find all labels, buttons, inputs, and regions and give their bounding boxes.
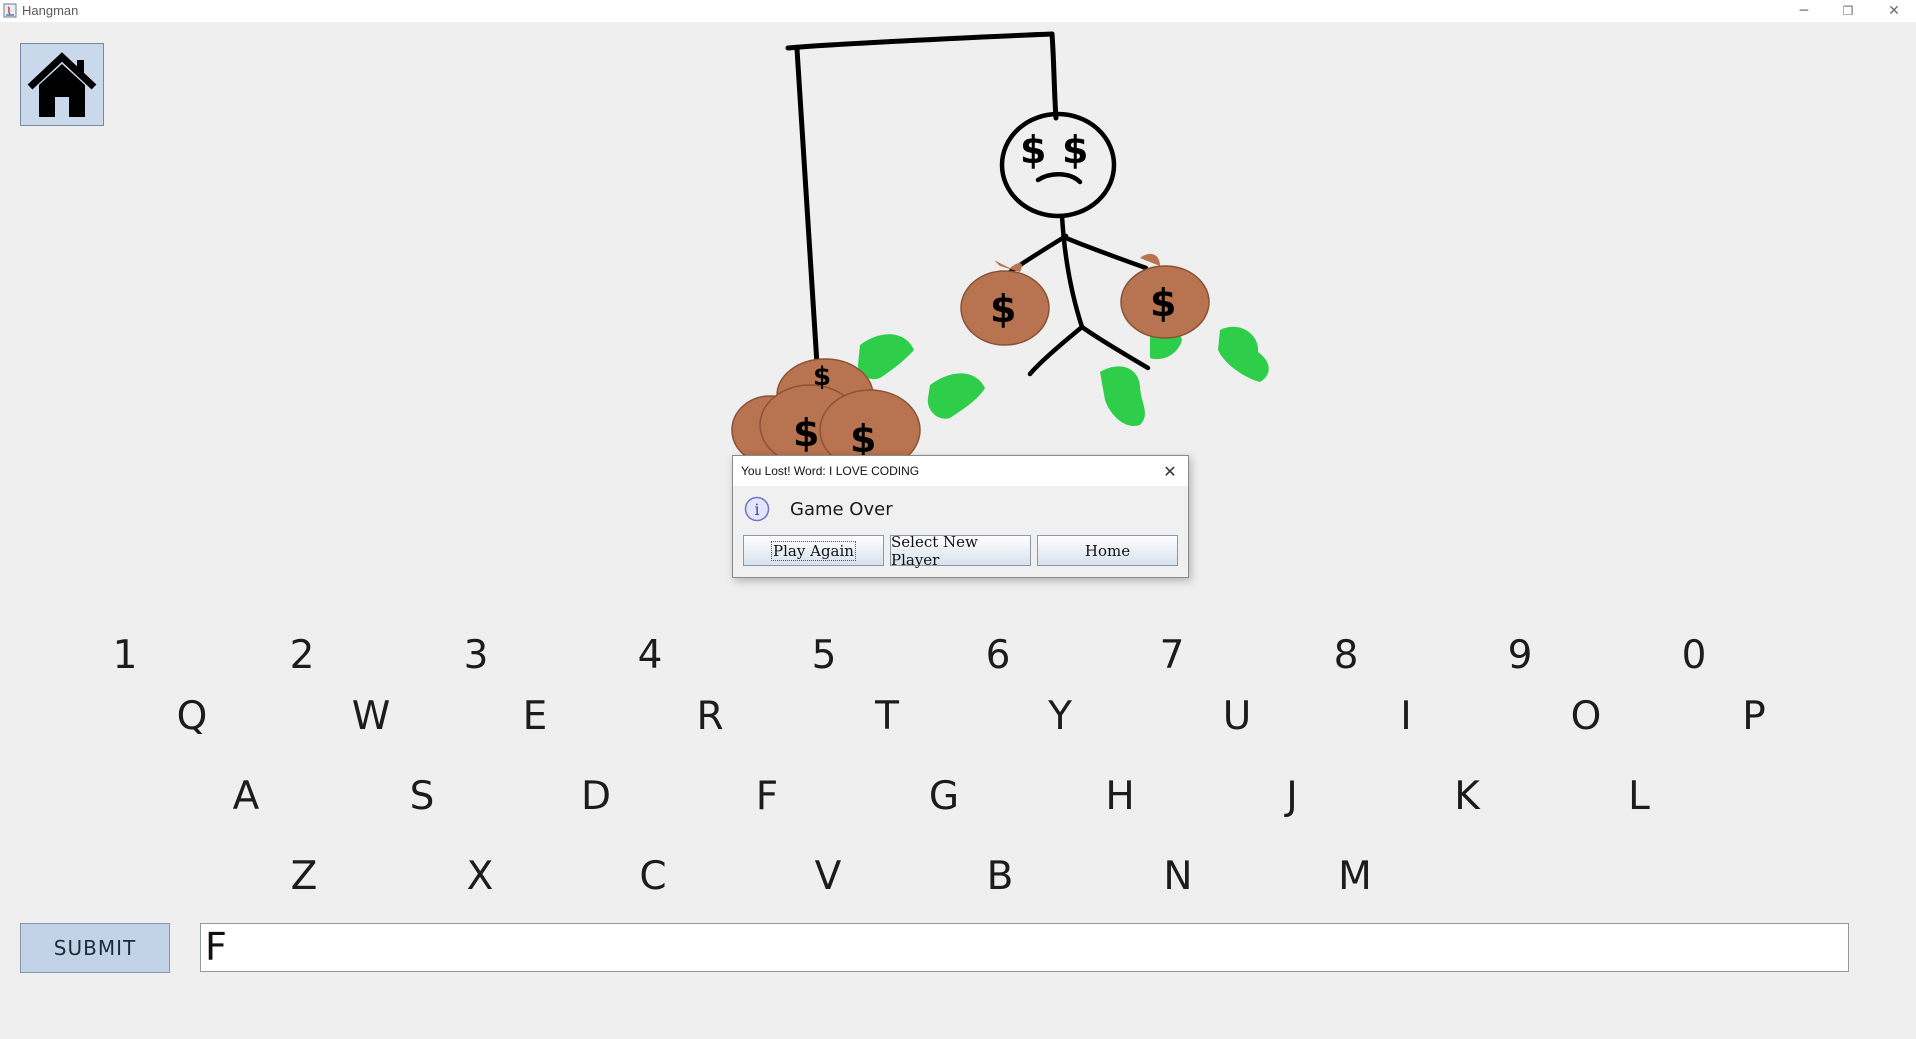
cash-bill	[858, 334, 914, 380]
key-z[interactable]: Z	[274, 848, 334, 904]
hangman-window: Hangman ─ ❐ ✕ $ $ $ $ $ $ $ 1 2 3 4 5 6 …	[0, 0, 1916, 1039]
key-d[interactable]: D	[566, 768, 626, 824]
key-l[interactable]: L	[1609, 768, 1669, 824]
key-5[interactable]: 5	[794, 627, 854, 683]
key-4[interactable]: 4	[620, 627, 680, 683]
info-icon: i	[744, 496, 770, 522]
key-t[interactable]: T	[857, 688, 917, 744]
svg-text:$: $	[793, 411, 819, 455]
cash-bill	[1218, 326, 1269, 382]
svg-text:$: $	[1150, 281, 1176, 325]
key-6[interactable]: 6	[968, 627, 1028, 683]
select-new-player-label: Select New Player	[891, 532, 978, 569]
key-e[interactable]: E	[505, 688, 565, 744]
dialog-message: Game Over	[790, 499, 893, 520]
key-1[interactable]: 1	[95, 627, 155, 683]
key-r[interactable]: R	[680, 688, 740, 744]
key-h[interactable]: H	[1090, 768, 1150, 824]
key-w[interactable]: W	[341, 688, 401, 744]
home-dialog-button[interactable]: Home	[1037, 535, 1178, 566]
svg-text:$: $	[990, 287, 1016, 331]
key-s[interactable]: S	[392, 768, 452, 824]
cash-bill	[1100, 366, 1145, 426]
key-o[interactable]: O	[1556, 688, 1616, 744]
key-g[interactable]: G	[914, 768, 974, 824]
dialog-close-button[interactable]: ✕	[1160, 461, 1180, 481]
keyboard-row-numbers: 1 2 3 4 5 6 7 8 9 0	[0, 627, 1916, 683]
money-bag: $	[960, 260, 1050, 346]
svg-text:$: $	[813, 362, 831, 392]
key-v[interactable]: V	[798, 848, 858, 904]
guess-input[interactable]: F	[200, 923, 1849, 972]
money-bag: $	[1120, 253, 1210, 339]
home-label: Home	[1084, 541, 1131, 560]
key-3[interactable]: 3	[446, 627, 506, 683]
dialog-titlebar: You Lost! Word: I LOVE CODING ✕	[733, 456, 1188, 486]
key-f[interactable]: F	[737, 768, 797, 824]
key-2[interactable]: 2	[272, 627, 332, 683]
select-new-player-button[interactable]: Select New Player	[890, 532, 1031, 569]
key-q[interactable]: Q	[162, 688, 222, 744]
key-n[interactable]: N	[1148, 848, 1208, 904]
keyboard-row-asdf: A S D F G H J K L	[0, 768, 1916, 824]
key-7[interactable]: 7	[1142, 627, 1202, 683]
key-0[interactable]: 0	[1664, 627, 1724, 683]
dollar-eye-right: $	[1062, 128, 1088, 172]
money-bag-pile: $ $ $	[731, 358, 921, 471]
key-8[interactable]: 8	[1316, 627, 1376, 683]
key-j[interactable]: J	[1262, 768, 1322, 824]
submit-button[interactable]: SUBMIT	[20, 923, 170, 973]
key-9[interactable]: 9	[1490, 627, 1550, 683]
dialog-title: You Lost! Word: I LOVE CODING	[741, 464, 920, 478]
key-k[interactable]: K	[1437, 768, 1497, 824]
key-c[interactable]: C	[623, 848, 683, 904]
play-again-label: Play Again	[771, 540, 856, 561]
key-b[interactable]: B	[970, 848, 1030, 904]
hangman-drawing: $ $ $ $ $ $ $	[731, 31, 1269, 471]
key-p[interactable]: P	[1724, 688, 1784, 744]
key-x[interactable]: X	[450, 848, 510, 904]
key-u[interactable]: U	[1207, 688, 1267, 744]
keyboard-row-qwerty: Q W E R T Y U I O P	[0, 688, 1916, 744]
dollar-eyes: $ $	[1020, 128, 1088, 172]
game-over-dialog: You Lost! Word: I LOVE CODING ✕ i Game O…	[732, 455, 1189, 578]
cash-bill	[927, 373, 985, 419]
key-i[interactable]: I	[1376, 688, 1436, 744]
key-y[interactable]: Y	[1030, 688, 1090, 744]
key-a[interactable]: A	[216, 768, 276, 824]
info-icon-glyph: i	[754, 500, 759, 519]
play-again-button[interactable]: Play Again	[743, 535, 884, 566]
key-m[interactable]: M	[1325, 848, 1385, 904]
dollar-eye-left: $	[1020, 128, 1046, 172]
keyboard-row-zxcv: Z X C V B N M	[0, 848, 1916, 904]
